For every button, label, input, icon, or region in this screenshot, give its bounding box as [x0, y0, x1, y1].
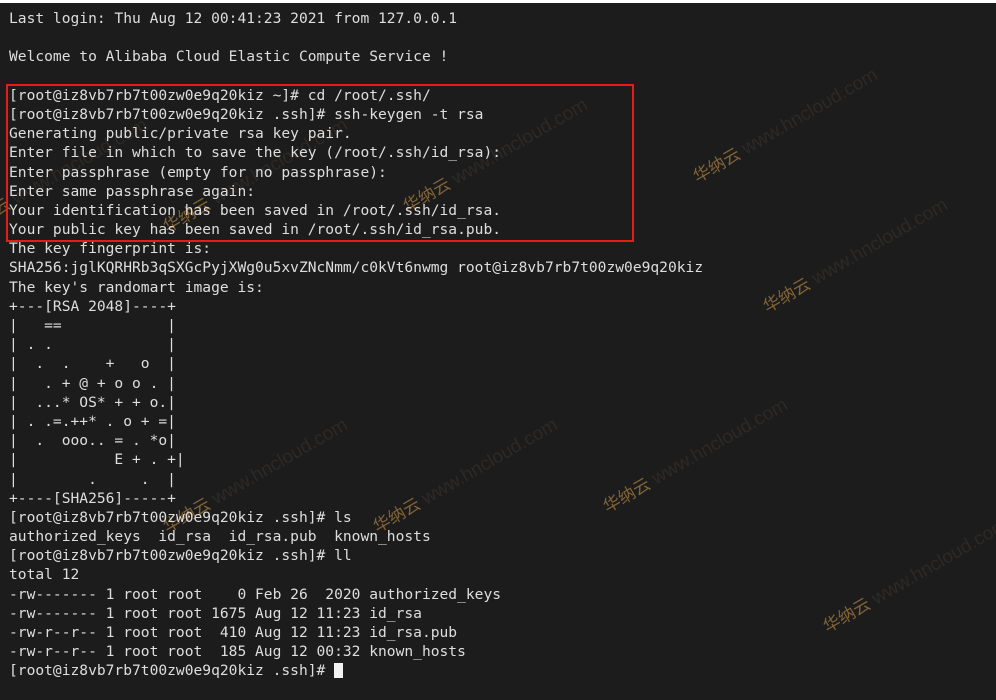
terminal-line-fingerprint-value: SHA256:jglKQRHRb3qSXGcPyjXWg0u5xvZNcNmm/… — [9, 259, 704, 277]
terminal-line-randomart-label: The key's randomart image is: — [9, 278, 264, 296]
randomart-row: | . .=.++* . o + =| — [9, 412, 176, 430]
terminal-line-prompt-ls: [root@iz8vb7rb7t00zw0e9q20kiz .ssh]# ls — [9, 508, 352, 526]
randomart-bottom-border: +----[SHA256]-----+ — [9, 489, 176, 507]
terminal-line-login: Last login: Thu Aug 12 00:41:23 2021 fro… — [9, 10, 458, 27]
randomart-row: | . . | — [9, 336, 176, 354]
terminal-line-enter-passphrase: Enter passphrase (empty for no passphras… — [9, 163, 396, 181]
randomart-top-border: +---[RSA 2048]----+ — [9, 297, 176, 315]
terminal-line-enter-same-passphrase: Enter same passphrase again: — [9, 182, 264, 200]
randomart-row: | . . | — [9, 470, 176, 488]
file-row-id-rsa: -rw------- 1 root root 1675 Aug 12 11:23… — [9, 604, 422, 622]
terminal-active-prompt[interactable]: [root@iz8vb7rb7t00zw0e9q20kiz .ssh]# — [9, 661, 996, 680]
terminal-line-prompt-ll: [root@iz8vb7rb7t00zw0e9q20kiz .ssh]# ll — [9, 547, 352, 565]
terminal-line-welcome: Welcome to Alibaba Cloud Elastic Compute… — [9, 48, 449, 66]
terminal-line-identification-saved: Your identification has been saved in /r… — [9, 201, 502, 219]
terminal-window[interactable]: 华纳云 www.hncloud.com 华纳云 www.hncloud.com … — [0, 0, 996, 700]
terminal-line-prompt-cd: [root@iz8vb7rb7t00zw0e9q20kiz ~]# cd /ro… — [9, 86, 431, 104]
prompt-text: [root@iz8vb7rb7t00zw0e9q20kiz .ssh]# — [9, 662, 335, 680]
randomart-row: | . ooo.. = . *o| — [9, 432, 176, 450]
text-cursor[interactable] — [334, 663, 344, 679]
terminal-line-fingerprint-label: The key fingerprint is: — [9, 240, 212, 258]
terminal-line-total: total 12 — [9, 566, 80, 584]
file-row-known-hosts: -rw-r--r-- 1 root root 185 Aug 12 00:32 … — [9, 643, 466, 661]
terminal-line-generating: Generating public/private rsa key pair. — [9, 125, 352, 143]
terminal-line-ls-output: authorized_keys id_rsa id_rsa.pub known_… — [9, 528, 431, 546]
terminal-line-public-key-saved: Your public key has been saved in /root/… — [9, 221, 502, 239]
terminal-line-enter-file: Enter file in which to save the key (/ro… — [9, 144, 510, 162]
file-row-id-rsa-pub: -rw-r--r-- 1 root root 410 Aug 12 11:23 … — [9, 624, 458, 641]
randomart-row: | E + . +| — [9, 451, 185, 469]
terminal-output[interactable]: Last login: Thu Aug 12 00:41:23 2021 fro… — [0, 3, 996, 700]
randomart-row: | . . + o | — [9, 355, 176, 373]
randomart-row: | ...* OS* + + o.| — [9, 393, 176, 411]
file-row-authorized-keys: -rw------- 1 root root 0 Feb 26 2020 aut… — [9, 585, 502, 603]
randomart-row: | == | — [9, 317, 176, 334]
randomart-row: | . + @ + o o . | — [9, 374, 176, 392]
terminal-line-prompt-keygen: [root@iz8vb7rb7t00zw0e9q20kiz .ssh]# ssh… — [9, 105, 484, 123]
